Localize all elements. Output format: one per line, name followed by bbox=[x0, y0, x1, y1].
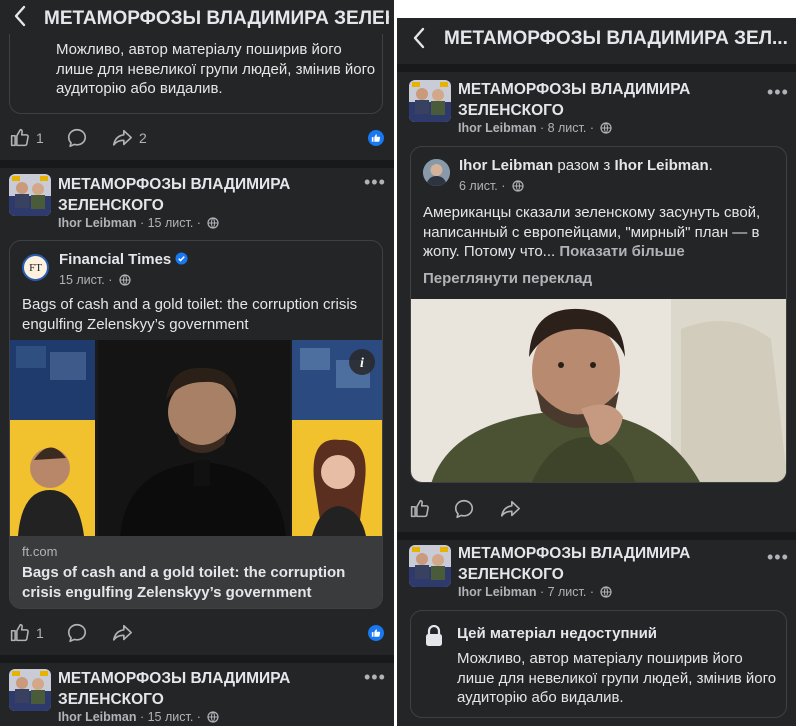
unavailable-content-card: Можливо, автор матеріалу поширив його ли… bbox=[9, 34, 383, 114]
shared-source-meta: 15 лист. · bbox=[59, 273, 131, 287]
more-options-icon[interactable]: ••• bbox=[767, 82, 789, 103]
see-translation-link[interactable]: Переглянути переклад bbox=[423, 270, 592, 287]
post-meta-time: · 7 лист. · bbox=[536, 585, 598, 599]
more-options-icon[interactable]: ••• bbox=[767, 547, 789, 568]
page-title[interactable]: МЕТАМОРФОЗЫ ВЛАДИМИРА ЗЕЛЕНСКОГО bbox=[44, 8, 389, 30]
link-preview-footer[interactable]: ft.com Bags of cash and a gold toilet: t… bbox=[10, 536, 382, 608]
shared-source-name[interactable]: Financial Times bbox=[59, 251, 188, 268]
avatar[interactable] bbox=[409, 545, 451, 587]
post-meta-author[interactable]: Ihor Leibman bbox=[458, 585, 536, 599]
show-more-link[interactable]: Показати більше bbox=[555, 243, 684, 260]
like-reaction-icon bbox=[368, 130, 384, 146]
globe-icon bbox=[600, 122, 612, 134]
page-title[interactable]: МЕТАМОРФОЗЫ ВЛАДИМИРА ЗЕЛ... bbox=[444, 28, 789, 50]
post-meta-time: · 15 лист. · bbox=[136, 710, 205, 724]
globe-icon bbox=[512, 180, 524, 192]
post-separator bbox=[397, 532, 796, 540]
comment-button[interactable] bbox=[66, 127, 88, 149]
back-arrow-icon[interactable] bbox=[12, 4, 28, 35]
verified-badge-icon bbox=[175, 252, 188, 265]
post-meta-author[interactable]: Ihor Leibman bbox=[58, 216, 136, 230]
comment-icon bbox=[66, 127, 88, 149]
shared-post-authors: Ihor Leibman разом з Ihor Leibman. bbox=[459, 157, 713, 174]
post-separator bbox=[397, 64, 796, 72]
post-separator bbox=[0, 160, 394, 168]
like-button[interactable] bbox=[409, 498, 430, 519]
top-bar: МЕТАМОРФОЗЫ ВЛАДИМИРА ЗЕЛ... bbox=[397, 18, 796, 64]
share-button[interactable]: 2 bbox=[111, 127, 147, 149]
like-count: 1 bbox=[36, 624, 44, 641]
post-author-name[interactable]: МЕТАМОРФОЗЫ ВЛАДИМИРА ЗЕЛЕНСКОГО bbox=[58, 668, 290, 710]
comment-button[interactable] bbox=[453, 498, 475, 520]
shared-post-card[interactable]: Ihor Leibman разом з Ihor Leibman. 6 лис… bbox=[410, 146, 787, 483]
unavailable-content-card: Цей матеріал недоступний Можливо, автор … bbox=[410, 610, 787, 718]
post-meta: Ihor Leibman · 7 лист. · bbox=[458, 585, 612, 599]
more-options-icon[interactable]: ••• bbox=[364, 172, 386, 193]
comment-icon bbox=[453, 498, 475, 520]
shared-post-meta: 6 лист. · bbox=[459, 179, 524, 193]
share-button[interactable] bbox=[499, 498, 521, 520]
shared-post-card[interactable]: FT Financial Times 15 лист. · Bags of ca… bbox=[9, 240, 383, 609]
link-title[interactable]: Bags of cash and a gold toilet: the corr… bbox=[22, 563, 377, 603]
comment-button[interactable] bbox=[66, 622, 88, 644]
avatar[interactable] bbox=[9, 669, 51, 711]
globe-icon bbox=[600, 586, 612, 598]
share-button[interactable] bbox=[111, 622, 133, 644]
left-feed-screenshot: МЕТАМОРФОЗЫ ВЛАДИМИРА ЗЕЛЕНСКОГО Можливо… bbox=[0, 0, 394, 726]
globe-icon bbox=[119, 274, 131, 286]
share-icon bbox=[111, 127, 133, 149]
like-button[interactable]: 1 bbox=[9, 622, 44, 643]
like-count: 1 bbox=[36, 129, 44, 146]
post-separator bbox=[0, 655, 394, 663]
globe-icon bbox=[207, 711, 219, 723]
unavailable-text: Можливо, автор матеріалу поширив його ли… bbox=[56, 41, 376, 97]
right-feed-screenshot: МЕТАМОРФОЗЫ ВЛАДИМИРА ЗЕЛ... МЕТАМОРФОЗЫ… bbox=[397, 18, 796, 726]
link-domain: ft.com bbox=[22, 544, 58, 559]
avatar[interactable] bbox=[423, 159, 450, 186]
post-photo[interactable] bbox=[411, 299, 786, 482]
post-meta: Ihor Leibman · 8 лист. · bbox=[458, 121, 612, 135]
back-arrow-icon[interactable] bbox=[411, 26, 427, 57]
post-meta: Ihor Leibman · 15 лист. · bbox=[58, 216, 219, 230]
like-icon bbox=[9, 622, 30, 643]
comment-icon bbox=[66, 622, 88, 644]
post-author-name[interactable]: МЕТАМОРФОЗЫ ВЛАДИМИРА ЗЕЛЕНСКОГО bbox=[58, 174, 290, 216]
like-reaction-icon bbox=[368, 625, 384, 641]
post-meta-author[interactable]: Ihor Leibman bbox=[58, 710, 136, 724]
share-icon bbox=[499, 498, 521, 520]
post-author-name[interactable]: МЕТАМОРФОЗЫ ВЛАДИМИРА ЗЕЛЕНСКОГО bbox=[458, 543, 690, 585]
more-options-icon[interactable]: ••• bbox=[364, 667, 386, 688]
like-icon bbox=[409, 498, 430, 519]
post-meta-author[interactable]: Ihor Leibman bbox=[458, 121, 536, 135]
post-author-name[interactable]: МЕТАМОРФОЗЫ ВЛАДИМИРА ЗЕЛЕНСКОГО bbox=[458, 79, 690, 121]
unavailable-text: Можливо, автор матеріалу поширив його ли… bbox=[457, 650, 777, 706]
shared-with-author[interactable]: Ihor Leibman bbox=[614, 157, 708, 174]
svg-text:i: i bbox=[360, 356, 364, 371]
article-image[interactable]: i bbox=[10, 340, 382, 536]
post-meta-time: · 8 лист. · bbox=[536, 121, 598, 135]
unavailable-title: Цей матеріал недоступний bbox=[457, 625, 658, 642]
shared-author[interactable]: Ihor Leibman bbox=[459, 157, 553, 174]
share-count: 2 bbox=[139, 130, 147, 146]
like-icon bbox=[9, 127, 30, 148]
ft-logo-icon[interactable]: FT bbox=[22, 254, 49, 281]
post-meta-time: · 15 лист. · bbox=[136, 216, 205, 230]
like-button[interactable]: 1 bbox=[9, 127, 44, 148]
share-icon bbox=[111, 622, 133, 644]
globe-icon bbox=[207, 217, 219, 229]
avatar[interactable] bbox=[409, 80, 451, 122]
shared-post-text: Американцы сказали зеленскому засунуть с… bbox=[423, 204, 761, 260]
shared-post-text: Bags of cash and a gold toilet: the corr… bbox=[22, 296, 358, 333]
lock-icon bbox=[425, 624, 443, 652]
post-meta: Ihor Leibman · 15 лист. · bbox=[58, 710, 219, 724]
avatar[interactable] bbox=[9, 174, 51, 216]
